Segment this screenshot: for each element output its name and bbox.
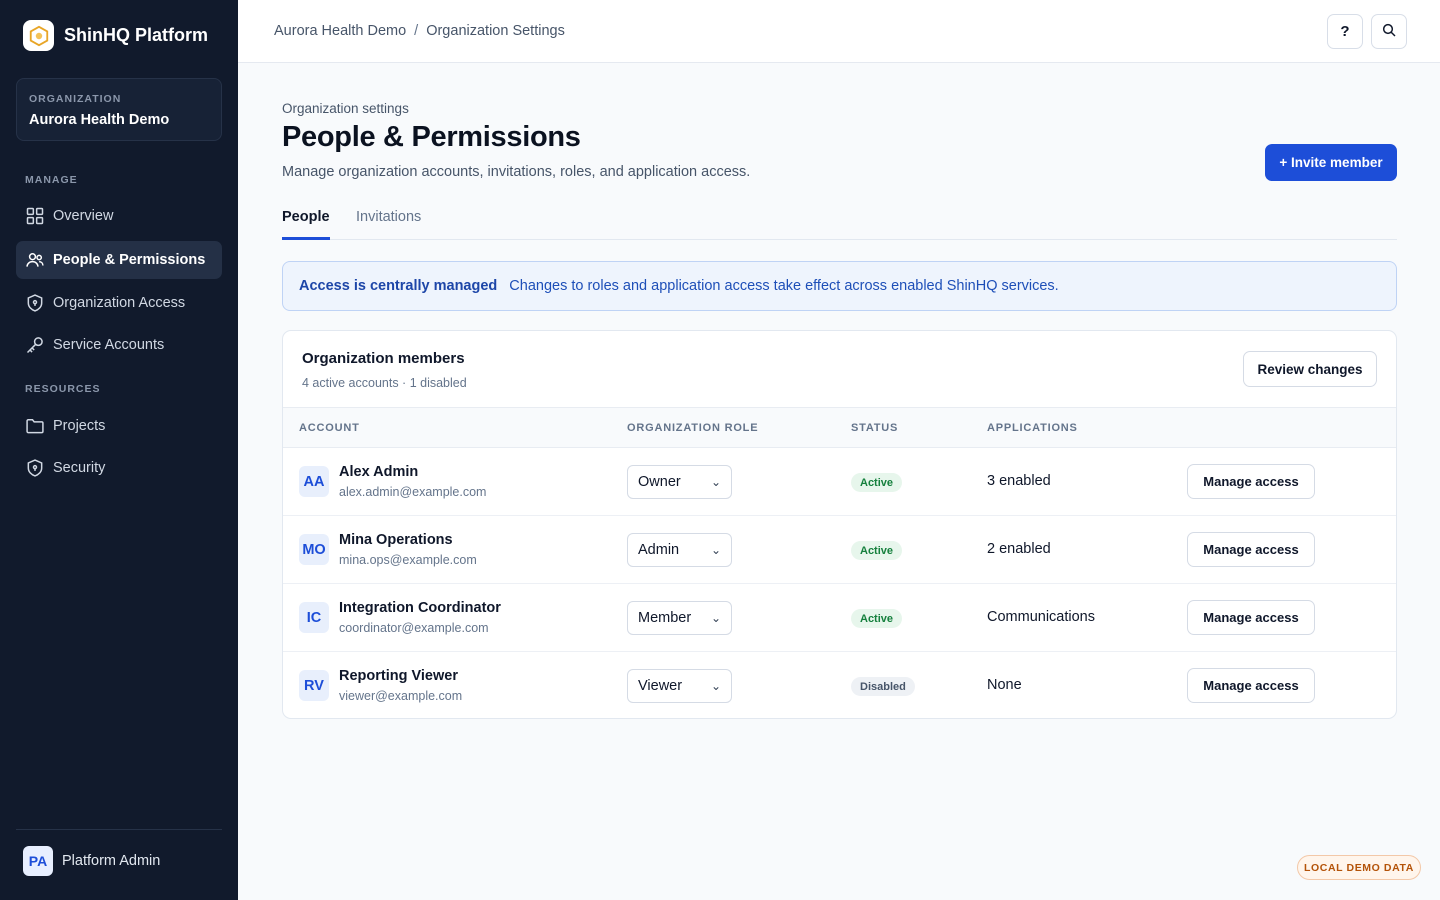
- manage-section-label: MANAGE: [25, 174, 78, 186]
- shield-icon: [25, 293, 45, 313]
- sidebar-item-label: Projects: [53, 418, 106, 434]
- page-subtitle: Manage organization accounts, invitation…: [282, 164, 751, 180]
- manage-access-button[interactable]: Manage access: [1187, 464, 1315, 499]
- role-select[interactable]: Viewer ⌄: [627, 669, 732, 703]
- chevron-down-icon: ⌄: [710, 611, 721, 625]
- search-button[interactable]: [1371, 14, 1407, 49]
- invite-member-button[interactable]: + Invite member: [1265, 144, 1397, 181]
- page-eyebrow: Organization settings: [282, 101, 409, 116]
- organization-name: Aurora Health Demo: [29, 112, 170, 128]
- role-value: Viewer: [638, 678, 683, 694]
- table-row: MO Mina Operations mina.ops@example.com …: [283, 516, 1396, 584]
- applications-value: 3 enabled: [987, 473, 1051, 489]
- status-badge: Disabled: [851, 677, 915, 696]
- shield-icon: [25, 458, 45, 478]
- account-email: mina.ops@example.com: [339, 553, 477, 567]
- status-badge: Active: [851, 473, 903, 492]
- column-header: STATUS: [851, 422, 899, 434]
- top-bar: Aurora Health Demo / Organization Settin…: [238, 0, 1440, 63]
- account-email: alex.admin@example.com: [339, 485, 487, 499]
- resources-section-label: RESOURCES: [25, 383, 101, 395]
- sidebar-item-organization-access[interactable]: Organization Access: [16, 284, 222, 322]
- user-name: Platform Admin: [62, 853, 161, 869]
- brand[interactable]: ShinHQ Platform: [23, 20, 208, 51]
- role-value: Member: [638, 610, 692, 626]
- account-name: Alex Admin: [339, 464, 419, 480]
- demo-data-badge: LOCAL DEMO DATA: [1297, 855, 1421, 880]
- applications-value: 2 enabled: [987, 541, 1051, 557]
- account-email: viewer@example.com: [339, 689, 463, 703]
- table-row: AA Alex Admin alex.admin@example.com Own…: [283, 448, 1396, 516]
- brand-name: ShinHQ Platform: [64, 25, 209, 45]
- tab-people[interactable]: People: [282, 209, 330, 240]
- users-icon: [25, 250, 45, 270]
- chevron-down-icon: ⌄: [710, 679, 721, 693]
- review-changes-button[interactable]: Review changes: [1243, 351, 1377, 387]
- manage-access-button[interactable]: Manage access: [1187, 532, 1315, 567]
- chevron-down-icon: ⌄: [710, 475, 721, 489]
- breadcrumb-separator: /: [414, 23, 419, 39]
- manage-access-button[interactable]: Manage access: [1187, 668, 1315, 703]
- sidebar-item-projects[interactable]: Projects: [16, 407, 222, 445]
- grid-icon: [25, 206, 45, 226]
- chevron-down-icon: ⌄: [710, 543, 721, 557]
- applications-value: Communications: [987, 609, 1095, 625]
- sidebar-item-label: Service Accounts: [53, 337, 165, 353]
- banner-title: Access is centrally managed: [299, 278, 498, 294]
- sidebar-item-label: People & Permissions: [53, 252, 206, 268]
- avatar: RV: [299, 670, 329, 701]
- hexagon-logo-icon: [23, 20, 54, 51]
- breadcrumb: Aurora Health Demo / Organization Settin…: [274, 23, 565, 39]
- role-value: Admin: [638, 542, 680, 558]
- breadcrumb-organization[interactable]: Aurora Health Demo: [274, 23, 406, 39]
- role-select[interactable]: Admin ⌄: [627, 533, 732, 567]
- account-name: Reporting Viewer: [339, 668, 458, 684]
- status-badge: Active: [851, 609, 903, 628]
- sidebar-item-security[interactable]: Security: [16, 449, 222, 487]
- members-title: Organization members: [302, 350, 465, 367]
- folder-icon: [25, 416, 45, 436]
- account-email: coordinator@example.com: [339, 621, 489, 635]
- tabs: People Invitations: [282, 208, 1397, 240]
- applications-value: None: [987, 677, 1022, 693]
- organization-switcher[interactable]: ORGANIZATION Aurora Health Demo: [16, 78, 222, 141]
- organization-label: ORGANIZATION: [29, 93, 122, 105]
- sidebar-item-label: Security: [53, 460, 106, 476]
- sidebar-item-people-permissions[interactable]: People & Permissions: [16, 241, 222, 279]
- table-header: ACCOUNT ORGANIZATION ROLE STATUS APPLICA…: [283, 407, 1396, 448]
- role-select[interactable]: Member ⌄: [627, 601, 732, 635]
- help-button[interactable]: ?: [1327, 14, 1363, 49]
- table-row: IC Integration Coordinator coordinator@e…: [283, 584, 1396, 652]
- avatar: PA: [23, 846, 53, 876]
- column-header: ORGANIZATION ROLE: [627, 422, 759, 434]
- column-header: ACCOUNT: [299, 422, 360, 434]
- column-header: APPLICATIONS: [987, 422, 1078, 434]
- breadcrumb-current: Organization Settings: [426, 23, 565, 39]
- sidebar-item-service-accounts[interactable]: Service Accounts: [16, 326, 222, 364]
- account-name: Integration Coordinator: [339, 600, 501, 616]
- sidebar: ShinHQ Platform ORGANIZATION Aurora Heal…: [0, 0, 238, 900]
- avatar: MO: [299, 534, 329, 565]
- avatar: AA: [299, 466, 329, 497]
- account-name: Mina Operations: [339, 532, 453, 548]
- members-card: Organization members 4 active accounts ·…: [282, 330, 1397, 719]
- tab-invitations[interactable]: Invitations: [356, 209, 421, 240]
- sidebar-divider: [16, 829, 222, 830]
- role-select[interactable]: Owner ⌄: [627, 465, 732, 499]
- key-icon: [25, 335, 45, 355]
- role-value: Owner: [638, 474, 681, 490]
- sidebar-item-overview[interactable]: Overview: [16, 197, 222, 235]
- table-row: RV Reporting Viewer viewer@example.com V…: [283, 652, 1396, 718]
- sidebar-item-label: Overview: [53, 208, 114, 224]
- user-menu[interactable]: PA Platform Admin: [23, 846, 160, 876]
- info-banner: Access is centrally managed Changes to r…: [282, 261, 1397, 311]
- banner-text: Changes to roles and application access …: [509, 278, 1059, 294]
- manage-access-button[interactable]: Manage access: [1187, 600, 1315, 635]
- page-title: People & Permissions: [282, 121, 581, 153]
- members-summary: 4 active accounts · 1 disabled: [302, 376, 467, 390]
- status-badge: Active: [851, 541, 903, 560]
- avatar: IC: [299, 602, 329, 633]
- sidebar-item-label: Organization Access: [53, 295, 186, 311]
- search-icon: [1381, 22, 1397, 42]
